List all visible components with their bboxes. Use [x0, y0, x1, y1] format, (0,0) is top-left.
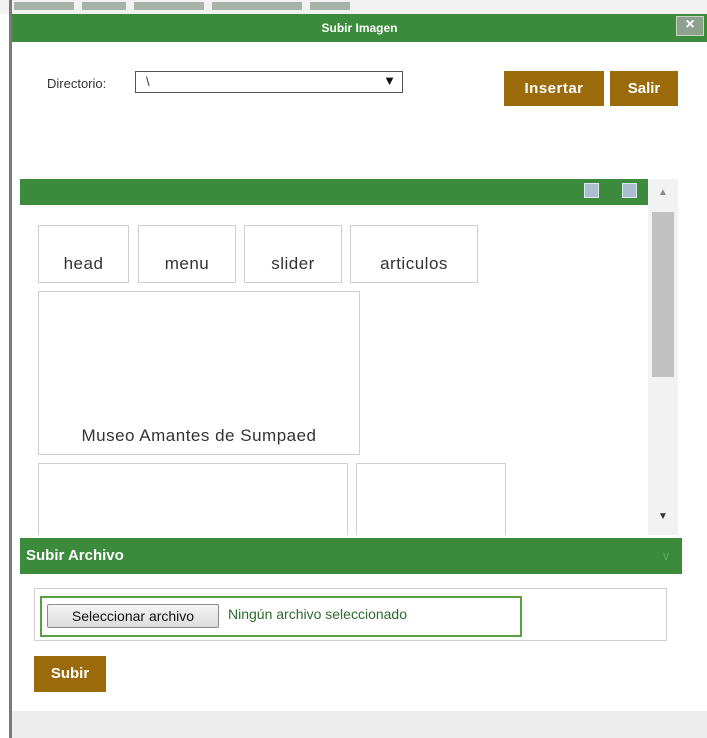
scrollbar-thumb[interactable]	[652, 212, 674, 377]
dialog-title: Subir Imagen	[321, 21, 398, 35]
folder-item-head[interactable]: head	[38, 225, 129, 283]
gallery-header-bar	[20, 179, 648, 205]
directory-select[interactable]: \ ▼	[135, 71, 403, 93]
folder-item-label: menu	[164, 254, 210, 273]
dropdown-arrow-icon: ▼	[383, 73, 396, 88]
directory-label: Directorio:	[47, 76, 107, 91]
background-app-strip	[0, 0, 707, 14]
folder-item-slider[interactable]: slider	[244, 225, 342, 283]
exit-button[interactable]: Salir	[610, 71, 678, 106]
folder-item-museo[interactable]: Museo Amantes de Sumpaed	[38, 291, 360, 455]
upload-section-title: Subir Archivo	[26, 547, 124, 564]
dialog-footer	[12, 711, 707, 738]
folder-item-label: Museo Amantes de Sumpaed	[81, 426, 317, 445]
gallery-item[interactable]	[38, 463, 348, 535]
gallery-item[interactable]	[356, 463, 506, 535]
folder-item-articulos[interactable]: articulos	[350, 225, 478, 283]
grid-view-icon[interactable]	[622, 183, 637, 198]
list-view-icon[interactable]	[584, 183, 599, 198]
chevron-down-icon[interactable]: ∨	[656, 544, 676, 568]
folder-item-label: slider	[271, 254, 315, 273]
insert-button[interactable]: Insertar	[504, 71, 604, 106]
close-icon[interactable]: ×	[676, 16, 704, 36]
scroll-down-arrow-icon[interactable]: ▼	[648, 506, 678, 528]
choose-file-button[interactable]: Seleccionar archivo	[47, 604, 219, 628]
folder-item-menu[interactable]: menu	[138, 225, 236, 283]
image-gallery: head menu slider articulos Museo Amantes…	[20, 205, 648, 535]
directory-selected-value: \	[146, 74, 150, 89]
scroll-up-arrow-icon[interactable]: ▲	[648, 182, 678, 204]
upload-submit-button[interactable]: Subir	[34, 656, 106, 692]
folder-item-label: articulos	[380, 254, 448, 273]
file-status-text: Ningún archivo seleccionado	[228, 606, 407, 622]
folder-item-label: head	[63, 254, 104, 273]
